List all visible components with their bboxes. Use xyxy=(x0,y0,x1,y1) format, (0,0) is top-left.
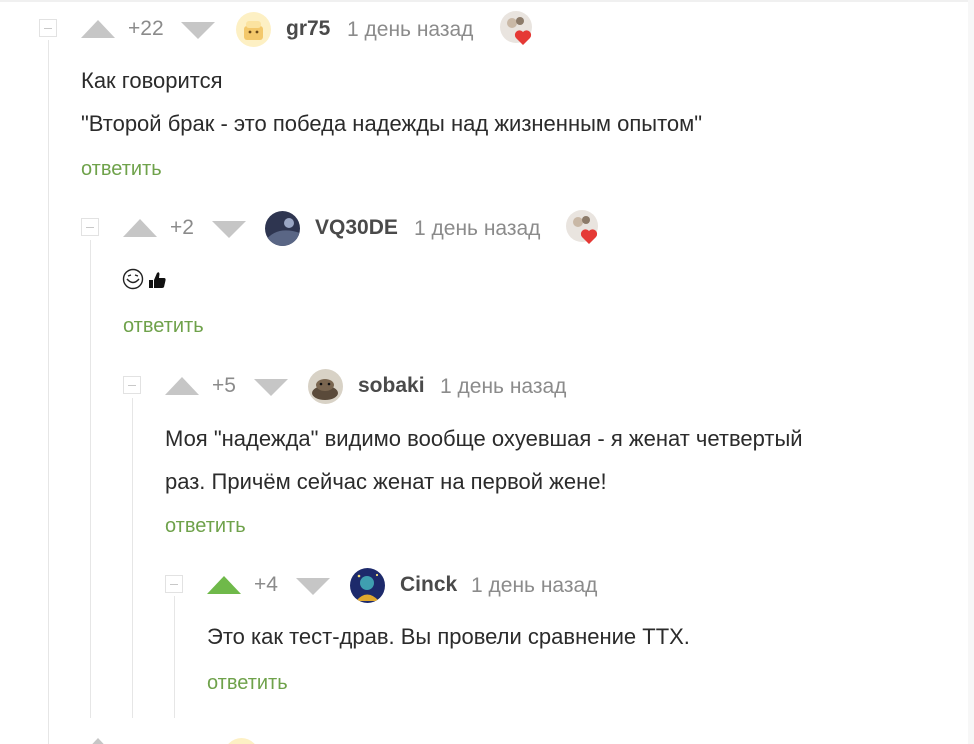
heart-award-icon[interactable] xyxy=(500,10,535,46)
avatar[interactable] xyxy=(236,12,271,47)
username[interactable]: VQ30DE xyxy=(315,216,398,240)
upvote-icon[interactable] xyxy=(165,377,199,395)
downvote-icon[interactable] xyxy=(296,578,330,595)
downvote-icon[interactable] xyxy=(254,379,288,396)
comment-time[interactable]: 1 день назад xyxy=(471,574,597,598)
thread-line-level-4[interactable] xyxy=(174,596,175,718)
username[interactable]: gr75 xyxy=(286,17,330,41)
next-comment-partial xyxy=(0,734,974,744)
comment-rating: +22 xyxy=(128,17,164,40)
upvote-icon[interactable] xyxy=(207,576,241,594)
collapse-button[interactable] xyxy=(39,19,57,37)
reply-link[interactable]: ответить xyxy=(123,315,204,338)
avatar[interactable] xyxy=(350,568,385,603)
comment-text-line: "Второй брак - это победа надежды над жи… xyxy=(81,111,703,136)
top-divider xyxy=(0,0,974,2)
collapse-button[interactable] xyxy=(165,575,183,593)
username[interactable]: sobaki xyxy=(358,374,425,398)
avatar[interactable] xyxy=(308,369,343,404)
avatar[interactable] xyxy=(265,211,300,246)
thread-line-level-2[interactable] xyxy=(90,240,91,718)
comment-header: +22 gr75 1 день назад xyxy=(0,10,974,48)
comment-rating: +4 xyxy=(254,573,278,596)
reply-link[interactable]: ответить xyxy=(165,515,246,538)
heart-award-icon[interactable] xyxy=(566,209,601,245)
comment-time[interactable]: 1 день назад xyxy=(440,375,566,399)
downvote-icon[interactable] xyxy=(212,221,246,238)
thread-line-level-3[interactable] xyxy=(132,398,133,718)
comment-header: +4 Cinck 1 день назад xyxy=(0,568,974,604)
comment-rating: +2 xyxy=(170,216,194,239)
avatar[interactable] xyxy=(224,738,259,744)
reply-link[interactable]: ответить xyxy=(207,672,288,695)
comment-text-line: Это как тест-драв. Вы провели сравнение … xyxy=(207,624,690,649)
comment-rating: +5 xyxy=(212,374,236,397)
comment-header: +2 VQ30DE 1 день назад xyxy=(0,209,974,247)
comment-time[interactable]: 1 день назад xyxy=(347,18,473,42)
collapse-button[interactable] xyxy=(81,218,99,236)
upvote-icon[interactable] xyxy=(81,738,115,744)
comment-time[interactable]: 1 день назад xyxy=(414,217,540,241)
smile-thumbs-up-emoji xyxy=(122,267,170,291)
comment-text-line: раз. Причём сейчас женат на первой жене! xyxy=(165,469,607,494)
comment-text-line: Как говорится xyxy=(81,68,223,93)
username[interactable]: Cinck xyxy=(400,573,457,597)
upvote-icon[interactable] xyxy=(81,20,115,38)
reply-link[interactable]: ответить xyxy=(81,158,162,181)
collapse-button[interactable] xyxy=(123,376,141,394)
comment-text-line: Моя "надежда" видимо вообще охуевшая - я… xyxy=(165,426,803,451)
upvote-icon[interactable] xyxy=(123,219,157,237)
comment-header: +5 sobaki 1 день назад xyxy=(0,369,974,405)
downvote-icon[interactable] xyxy=(181,22,215,39)
